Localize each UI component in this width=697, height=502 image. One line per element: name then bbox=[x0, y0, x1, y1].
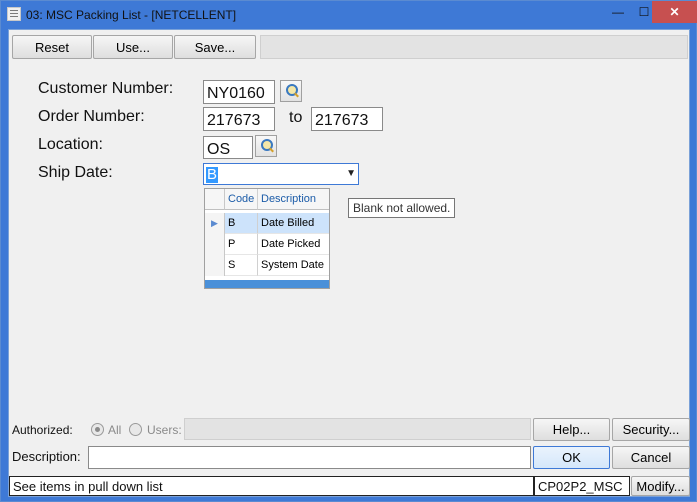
ship-date-options-list: Code Description ▶ B Date Billed P Date … bbox=[204, 188, 330, 289]
description-field[interactable] bbox=[88, 446, 531, 469]
list-item-date-picked[interactable]: P Date Picked bbox=[205, 234, 329, 255]
order-number-from-field[interactable]: 217673 bbox=[203, 107, 275, 131]
ship-date-label: Ship Date: bbox=[38, 164, 113, 181]
window-title: 03: MSC Packing List - [NETCELLENT] bbox=[26, 8, 237, 22]
current-row-arrow-icon: ▶ bbox=[205, 213, 225, 234]
list-item-description: Date Picked bbox=[258, 234, 329, 255]
application-window: 03: MSC Packing List - [NETCELLENT] — ☐ … bbox=[0, 0, 697, 502]
authorized-label: Authorized: bbox=[12, 423, 73, 437]
customer-lookup-icon[interactable] bbox=[280, 80, 302, 102]
list-item-description: Date Billed bbox=[258, 213, 329, 234]
row-header-cell bbox=[205, 234, 225, 255]
location-field[interactable]: OS bbox=[203, 136, 253, 159]
list-header-row: Code Description bbox=[205, 189, 329, 210]
chevron-down-icon[interactable]: ▼ bbox=[346, 168, 356, 179]
help-button[interactable]: Help... bbox=[533, 418, 610, 441]
list-item-code: P bbox=[225, 234, 258, 255]
app-icon[interactable] bbox=[7, 7, 21, 21]
order-number-label: Order Number: bbox=[38, 108, 145, 125]
reset-button[interactable]: Reset bbox=[12, 35, 92, 59]
description-column-header[interactable]: Description bbox=[258, 189, 329, 210]
users-radio[interactable] bbox=[129, 423, 142, 436]
users-field[interactable] bbox=[184, 418, 531, 440]
list-item-code: S bbox=[225, 255, 258, 276]
modify-button[interactable]: Modify... bbox=[631, 476, 690, 496]
customer-number-label: Customer Number: bbox=[38, 80, 174, 97]
list-item-code: B bbox=[225, 213, 258, 234]
order-number-to-field[interactable]: 217673 bbox=[311, 107, 383, 131]
form-client-area: Reset Use... Save... Customer Number: NY… bbox=[8, 29, 690, 497]
users-radio-label: Users: bbox=[147, 423, 182, 437]
list-item-description: System Date bbox=[258, 255, 329, 276]
list-resize-grip[interactable] bbox=[205, 280, 329, 288]
list-item-date-billed[interactable]: ▶ B Date Billed bbox=[205, 213, 329, 234]
close-button[interactable]: ✕ bbox=[652, 1, 697, 23]
location-lookup-icon[interactable] bbox=[255, 135, 277, 157]
code-column-header[interactable]: Code bbox=[225, 189, 258, 210]
location-label: Location: bbox=[38, 136, 103, 153]
security-button[interactable]: Security... bbox=[612, 418, 690, 441]
list-item-system-date[interactable]: S System Date bbox=[205, 255, 329, 276]
description-label: Description: bbox=[12, 449, 81, 464]
toolbar-message-area bbox=[260, 35, 688, 59]
cancel-button[interactable]: Cancel bbox=[612, 446, 690, 469]
ship-date-selected-value: B bbox=[206, 166, 219, 183]
ok-button[interactable]: OK bbox=[533, 446, 610, 469]
customer-number-field[interactable]: NY0160 bbox=[203, 80, 275, 104]
status-message: See items in pull down list bbox=[9, 476, 534, 496]
validation-tooltip: Blank not allowed. bbox=[348, 198, 456, 218]
row-header-cell bbox=[205, 189, 225, 210]
title-bar[interactable]: 03: MSC Packing List - [NETCELLENT] — ☐ … bbox=[1, 1, 697, 29]
ship-date-dropdown[interactable]: B ▼ bbox=[203, 163, 359, 185]
program-name: CP02P2_MSC bbox=[534, 476, 630, 496]
row-header-cell bbox=[205, 255, 225, 276]
save-button[interactable]: Save... bbox=[174, 35, 256, 59]
all-radio-label: All bbox=[108, 423, 122, 437]
use-button[interactable]: Use... bbox=[93, 35, 173, 59]
all-radio[interactable] bbox=[91, 423, 104, 436]
order-number-to-label: to bbox=[289, 109, 303, 126]
